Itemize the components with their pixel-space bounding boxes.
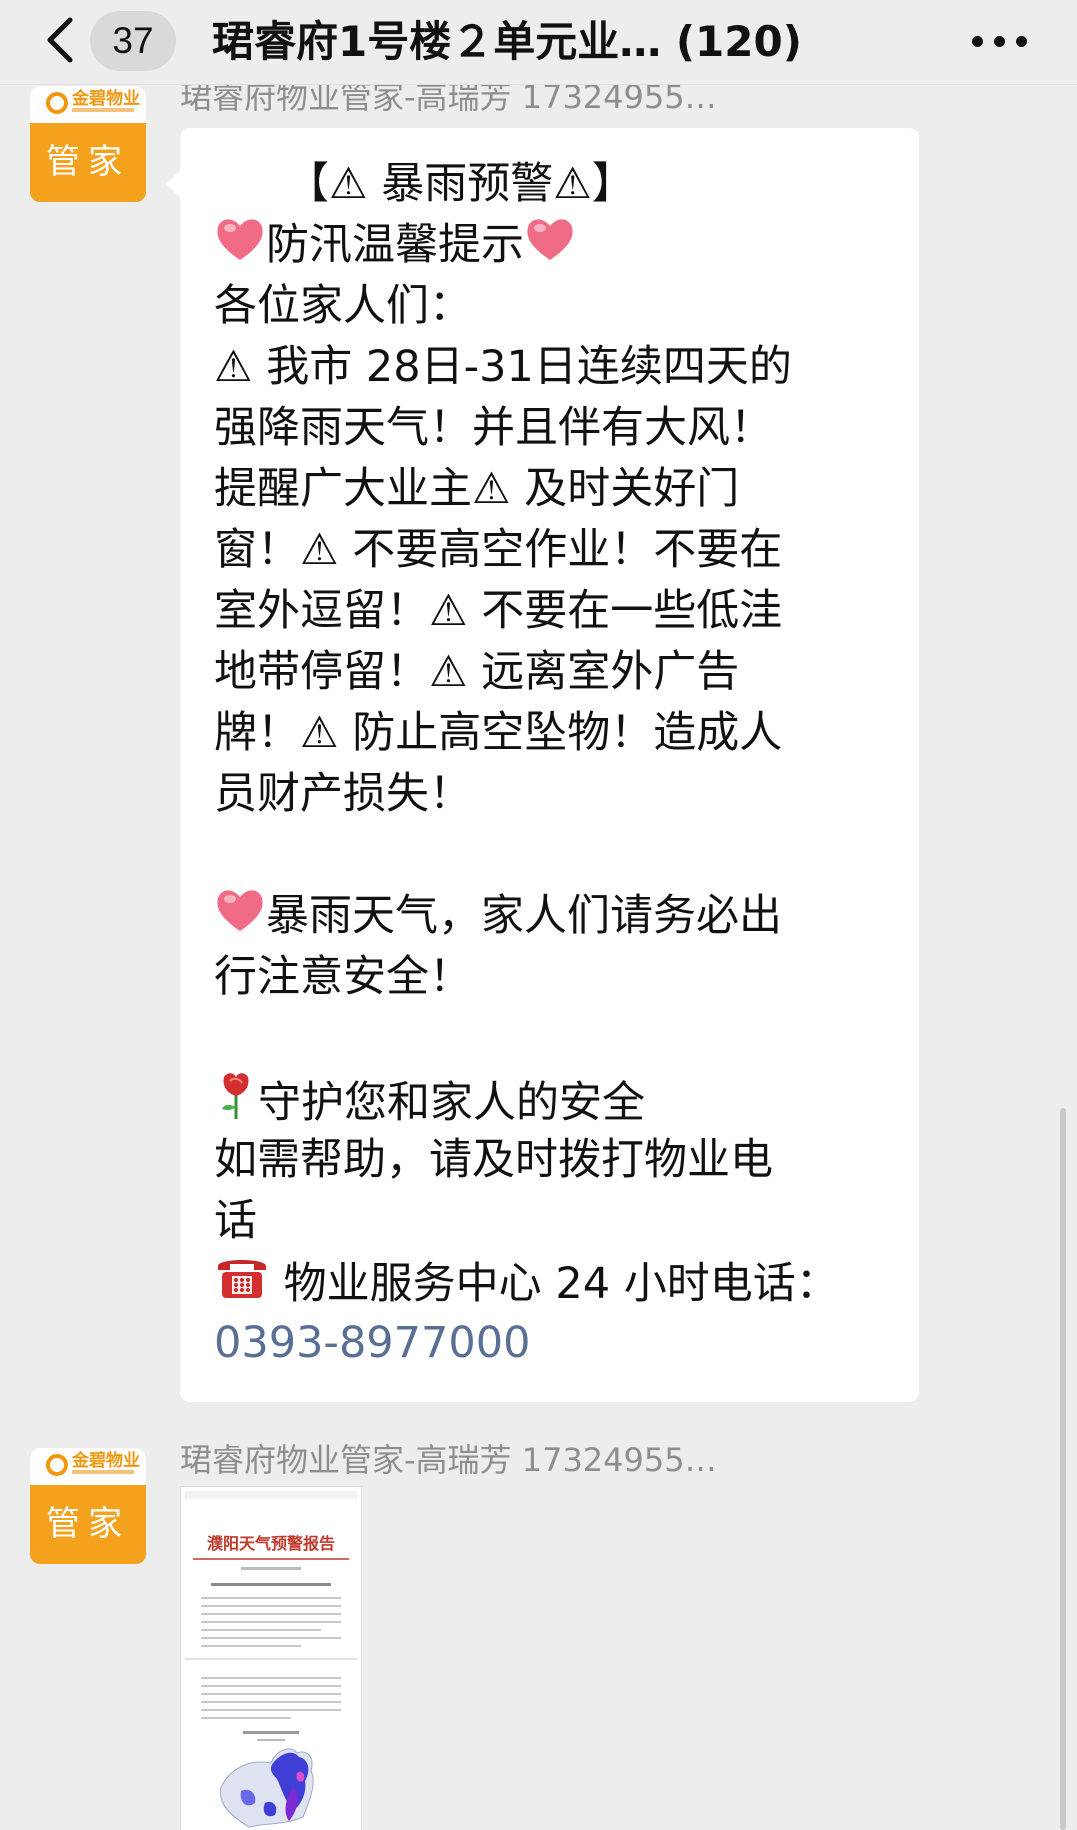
unread-count-badge[interactable]: 37 (90, 11, 176, 71)
sender-name: 珺睿府物业管家-高瑞芳 17324955… (180, 80, 717, 114)
avatar-logo-text: 金碧物业 (72, 1451, 140, 1471)
telephone-icon (214, 1252, 270, 1319)
message-line: 各位家人们： (214, 281, 472, 331)
avatar-label: 管家 (46, 142, 130, 182)
avatar-logo-text: 金碧物业 (72, 89, 140, 109)
message-line: ⚠ 我市 28日-31日连续四天的 (214, 342, 792, 392)
company-logo-icon (46, 92, 68, 114)
message-line: 物业服务中心 24 小时电话： (214, 1252, 889, 1313)
message-line: 暴雨天气，家人们请务必出 (214, 886, 889, 947)
avatar-label: 管家 (46, 1504, 130, 1544)
sender-avatar[interactable]: 金碧物业 管家 (30, 86, 146, 202)
company-logo-icon (46, 1454, 68, 1476)
heart-icon (524, 215, 576, 280)
message-line: 强降雨天气！并且伴有大风！ (214, 403, 773, 453)
chevron-left-icon (47, 17, 73, 63)
message-line: 行注意安全！ (214, 952, 472, 1002)
message-line: 室外逗留！⚠ 不要在一些低洼 (214, 586, 783, 636)
message-line: 守护您和家人的安全 (214, 1069, 889, 1130)
chat-screen: 37 珺睿府1号楼２单元业… (120) 金碧物业 管家 珺睿府物业管家-高瑞芳… (0, 0, 1077, 1830)
chat-header: 37 珺睿府1号楼２单元业… (120) (0, 0, 1077, 85)
message-line: 提醒广大业主⚠ 及时关好门 (214, 464, 740, 514)
heart-icon (214, 886, 266, 951)
image-message[interactable]: 濮阳天气预警报告 (180, 1486, 362, 1830)
message-line: 员财产损失！ (214, 769, 472, 819)
back-button[interactable] (36, 12, 86, 68)
message-bubble[interactable]: 【⚠ 暴雨预警⚠】 防汛温馨提示 各位家人们： ⚠ 我市 28日-31日连续四天… (180, 128, 919, 1402)
chat-title: 珺睿府1号楼２单元业… (120) (212, 17, 802, 66)
phone-number-link[interactable]: 0393-8977000 (214, 1318, 530, 1368)
more-dot-icon (994, 36, 1005, 47)
heart-icon (214, 215, 266, 280)
message-line: 地带停留！⚠ 远离室外广告 (214, 647, 740, 697)
image-report-title: 濮阳天气预警报告 (207, 1534, 335, 1553)
message-line: 话 (214, 1196, 257, 1246)
sender-avatar[interactable]: 金碧物业 管家 (30, 1448, 146, 1564)
message-line: 【⚠ 暴雨预警⚠】 (286, 159, 635, 209)
sender-name: 珺睿府物业管家-高瑞芳 17324955… (180, 1441, 717, 1479)
message-line: 牌！⚠ 防止高空坠物！造成人 (214, 708, 783, 758)
message-line: 如需帮助，请及时拨打物业电 (214, 1135, 773, 1185)
scrollbar[interactable] (1060, 1108, 1066, 1830)
weather-report-image: 濮阳天气预警报告 (181, 1487, 361, 1830)
more-dot-icon (1016, 36, 1027, 47)
message-line: 防汛温馨提示 (214, 215, 889, 276)
more-options-button[interactable] (962, 12, 1038, 68)
more-dot-icon (972, 36, 983, 47)
message-line: 窗！⚠ 不要高空作业！不要在 (214, 525, 783, 575)
message-line: 0393-8977000 (214, 1313, 889, 1374)
rose-icon (214, 1069, 258, 1138)
